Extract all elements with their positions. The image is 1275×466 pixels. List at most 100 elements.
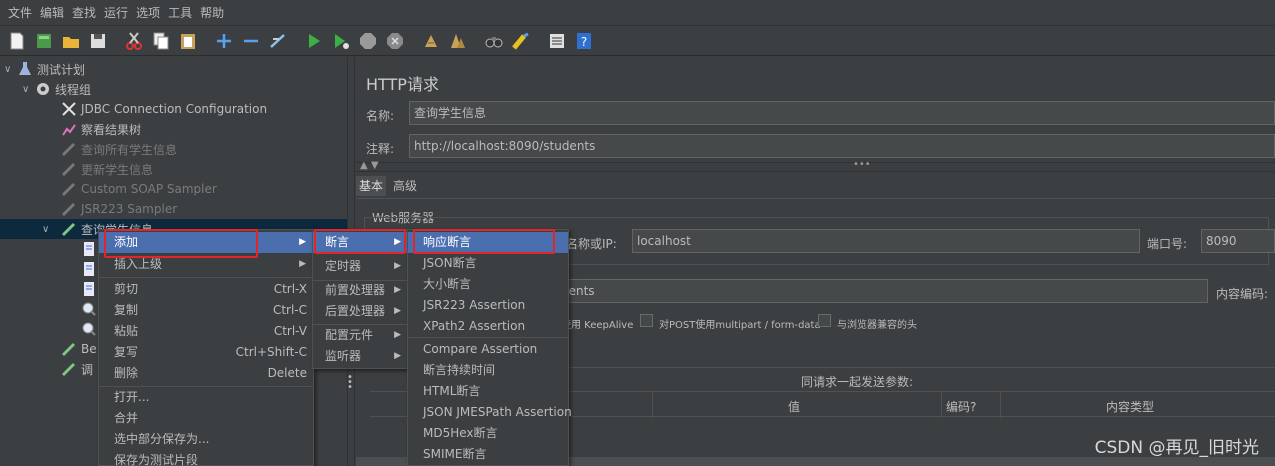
panel-divider[interactable]: ▲ ▼ ••• xyxy=(356,159,1275,172)
name-input[interactable]: 查询学生信息 xyxy=(409,101,1275,125)
submenu-item-postprocessor[interactable]: 后置处理器 ▶ xyxy=(313,301,408,322)
assertion-item-smime[interactable]: SMIME断言 xyxy=(408,444,568,465)
assertion-item-xpath2[interactable]: XPath2 Assertion xyxy=(408,316,568,337)
highlight-box-add xyxy=(104,229,258,258)
context-menu: 添加 ▶ 插入上级 ▶ 剪切 Ctrl-X 复制 Ctrl-C 粘贴 Ctrl-V 复写 C… xyxy=(98,229,314,466)
tree-node-soap[interactable]: Custom SOAP Sampler xyxy=(60,179,217,199)
highlight-box-response-assertion xyxy=(413,229,555,254)
assertion-item-size[interactable]: 大小断言 xyxy=(408,274,568,295)
menu-file[interactable]: 文件 xyxy=(4,0,36,26)
menu-item-save-selection[interactable]: 选中部分保存为... xyxy=(99,429,313,450)
stop-icon[interactable] xyxy=(356,29,380,53)
tree-label-soap: Custom SOAP Sampler xyxy=(81,182,217,196)
assertion-item-jmespath[interactable]: JSON JMESPath Assertion xyxy=(408,402,572,423)
expand-arrow-icon[interactable]: ∨ xyxy=(42,224,54,235)
tree-node-query-all[interactable]: 查询所有学生信息 xyxy=(60,139,177,159)
tree-label-be: Be xyxy=(81,342,97,356)
menu-item-duplicate[interactable]: 复写 Ctrl+Shift-C xyxy=(99,342,313,363)
pipette-icon xyxy=(60,140,78,158)
gear-icon xyxy=(34,80,52,98)
expand-icon[interactable] xyxy=(212,29,236,53)
drag-handle-icon[interactable]: • • • xyxy=(347,373,353,393)
tree-label-query-all: 查询所有学生信息 xyxy=(81,142,178,157)
tree-node-diao[interactable]: 调 xyxy=(60,359,93,379)
pipette-icon xyxy=(60,160,78,178)
tree-node-thread-group[interactable]: ∨ 线程组 xyxy=(22,79,91,99)
magnifier-icon xyxy=(80,320,98,338)
server-input[interactable]: localhost xyxy=(632,229,1140,253)
toggle-icon[interactable] xyxy=(266,29,290,53)
assertion-item-jsr223[interactable]: JSR223 Assertion xyxy=(408,295,568,316)
submenu-item-timer[interactable]: 定时器 ▶ xyxy=(313,256,408,277)
document-icon xyxy=(80,280,98,298)
function-helper-icon[interactable] xyxy=(545,29,569,53)
tree-node-test-plan[interactable]: ∨ 测试计划 xyxy=(4,59,85,79)
col-content-type-header[interactable]: 内容类型 xyxy=(1106,398,1154,415)
port-input[interactable]: 8090 xyxy=(1201,229,1275,253)
collapse-icon[interactable] xyxy=(239,29,263,53)
col-encode-header[interactable]: 编码? xyxy=(946,398,976,415)
menu-help[interactable]: 帮助 xyxy=(196,0,228,26)
start-icon[interactable] xyxy=(302,29,326,53)
menu-options[interactable]: 选项 xyxy=(132,0,164,26)
start-no-pause-icon[interactable] xyxy=(329,29,353,53)
chevron-right-icon: ▶ xyxy=(394,285,401,295)
reset-search-icon[interactable] xyxy=(509,29,533,53)
submenu-item-preprocessor[interactable]: 前置处理器 ▶ xyxy=(313,280,408,301)
server-label: 名称或IP: xyxy=(566,237,617,251)
expand-arrow-icon[interactable]: ∨ xyxy=(4,64,16,75)
shutdown-icon[interactable] xyxy=(383,29,407,53)
tree-label-diao: 调 xyxy=(81,362,94,377)
cut-icon[interactable] xyxy=(122,29,146,53)
menu-item-copy[interactable]: 复制 Ctrl-C xyxy=(99,300,313,321)
help-icon[interactable]: ? xyxy=(572,29,596,53)
menu-item-merge[interactable]: 合并 xyxy=(99,408,313,429)
params-title: 同请求一起发送参数: xyxy=(801,375,914,389)
menu-item-delete[interactable]: 删除 Delete xyxy=(99,363,313,384)
tree-node-results-tree[interactable]: 察看结果树 xyxy=(60,119,141,139)
assertion-item-md5hex[interactable]: MD5Hex断言 xyxy=(408,423,568,444)
assertion-item-compare[interactable]: Compare Assertion xyxy=(408,339,568,360)
submenu-item-listener[interactable]: 监听器 ▶ xyxy=(313,346,408,367)
path-input[interactable]: dents xyxy=(556,279,1208,303)
col-value-header[interactable]: 值 xyxy=(788,398,800,415)
menu-item-cut[interactable]: 剪切 Ctrl-X xyxy=(99,279,313,300)
menu-run[interactable]: 运行 xyxy=(100,0,132,26)
browser-headers-checkbox[interactable] xyxy=(818,314,831,327)
menu-edit[interactable]: 编辑 xyxy=(36,0,68,26)
tree-node-be[interactable]: Be xyxy=(60,339,97,359)
menu-search[interactable]: 查找 xyxy=(68,0,100,26)
tree-node-update[interactable]: 更新学生信息 xyxy=(60,159,153,179)
comment-input[interactable]: http://localhost:8090/students xyxy=(409,134,1275,158)
assertion-submenu: 响应断言 JSON断言 大小断言 JSR223 Assertion XPath2… xyxy=(407,229,572,466)
multipart-checkbox[interactable] xyxy=(640,314,653,327)
assertion-item-json[interactable]: JSON断言 xyxy=(408,253,568,274)
assertion-item-html[interactable]: HTML断言 xyxy=(408,381,568,402)
menu-tools[interactable]: 工具 xyxy=(164,0,196,26)
flask-icon xyxy=(16,60,34,78)
save-icon[interactable] xyxy=(86,29,110,53)
paste-icon[interactable] xyxy=(176,29,200,53)
pipette-icon xyxy=(60,200,78,218)
tree-node-jdbc[interactable]: JDBC Connection Configuration xyxy=(60,99,267,119)
search-icon[interactable] xyxy=(482,29,506,53)
tab-advanced[interactable]: 高级 xyxy=(390,176,420,196)
chevron-right-icon: ▶ xyxy=(299,237,306,247)
new-icon[interactable] xyxy=(5,29,29,53)
chevron-right-icon: ▶ xyxy=(299,259,306,269)
tab-basic[interactable]: 基本 xyxy=(356,176,387,196)
comment-label: 注释: xyxy=(366,142,395,156)
menu-item-save-fragment[interactable]: 保存为测试片段 xyxy=(99,450,313,466)
open-icon[interactable] xyxy=(59,29,83,53)
clear-icon[interactable] xyxy=(419,29,443,53)
submenu-item-config[interactable]: 配置元件 ▶ xyxy=(313,325,408,346)
copy-icon[interactable] xyxy=(149,29,173,53)
tree-node-jsr223[interactable]: JSR223 Sampler xyxy=(60,199,177,219)
menu-item-paste[interactable]: 粘贴 Ctrl-V xyxy=(99,321,313,342)
pipette-icon xyxy=(60,180,78,198)
expand-arrow-icon[interactable]: ∨ xyxy=(22,84,34,95)
menu-item-open[interactable]: 打开... xyxy=(99,387,313,408)
assertion-item-duration[interactable]: 断言持续时间 xyxy=(408,360,568,381)
clear-all-icon[interactable] xyxy=(446,29,470,53)
templates-icon[interactable] xyxy=(32,29,56,53)
